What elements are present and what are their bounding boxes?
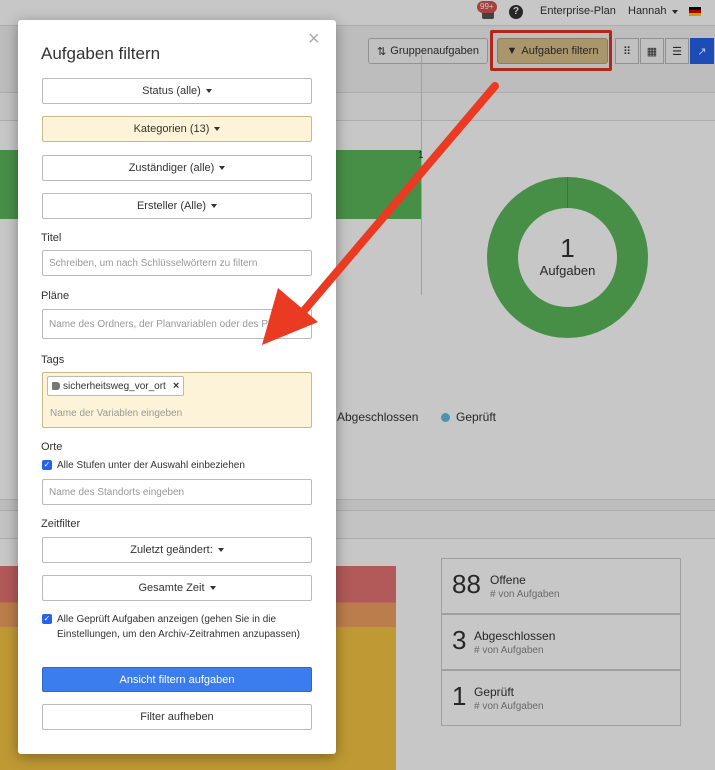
plans-label: Pläne	[41, 290, 70, 302]
creator-dropdown-label: Ersteller (Alle)	[136, 200, 207, 212]
checkbox-checked-icon: ✓	[42, 614, 52, 624]
tag-icon	[52, 382, 60, 390]
assignee-dropdown-label: Zuständiger (alle)	[128, 162, 215, 174]
caret-down-icon	[214, 127, 221, 131]
assignee-dropdown[interactable]: Zuständiger (alle)	[42, 155, 312, 181]
tags-placeholder: Name der Variablen eingeben	[50, 408, 183, 419]
last-changed-dropdown[interactable]: Zuletzt geändert:	[42, 537, 312, 563]
tag-chip: sicherheitsweg_vor_ort ×	[47, 376, 185, 396]
categories-dropdown-label: Kategorien (13)	[133, 123, 210, 135]
title-label: Titel	[41, 232, 62, 244]
apply-filter-button[interactable]: Ansicht filtern aufgaben	[42, 667, 312, 692]
show-reviewed-checkbox[interactable]: ✓ Alle Geprüft Aufgaben anzeigen (gehen …	[42, 612, 312, 642]
status-dropdown-label: Status (alle)	[142, 85, 201, 97]
caret-down-icon	[219, 166, 226, 170]
caret-down-icon	[205, 89, 212, 93]
reset-filter-button[interactable]: Filter aufheben	[42, 704, 312, 730]
locations-label: Orte	[41, 441, 63, 453]
show-reviewed-label: Alle Geprüft Aufgaben anzeigen (gehen Si…	[57, 614, 300, 640]
include-levels-label: Alle Stufen unter der Auswahl einbeziehe…	[57, 460, 245, 471]
total-time-label: Gesamte Zeit	[138, 582, 205, 594]
time-filter-label: Zeitfilter	[41, 518, 81, 530]
status-dropdown[interactable]: Status (alle)	[42, 78, 312, 104]
plans-input[interactable]: Name des Ordners, der Planvariablen oder…	[42, 309, 312, 339]
checkbox-checked-icon: ✓	[42, 460, 52, 470]
tag-chip-label: sicherheitsweg_vor_ort	[63, 380, 166, 392]
include-levels-checkbox[interactable]: ✓ Alle Stufen unter der Auswahl einbezie…	[42, 458, 245, 473]
tags-label: Tags	[41, 354, 65, 366]
caret-down-icon	[217, 548, 224, 552]
filter-tasks-modal: Aufgaben filtern × Status (alle) Kategor…	[18, 20, 336, 754]
categories-dropdown[interactable]: Kategorien (13)	[42, 116, 312, 142]
creator-dropdown[interactable]: Ersteller (Alle)	[42, 193, 312, 219]
modal-title: Aufgaben filtern	[41, 44, 161, 63]
close-icon[interactable]: ×	[308, 29, 320, 49]
title-search-input[interactable]: Schreiben, um nach Schlüsselwörtern zu f…	[42, 250, 312, 276]
tags-input[interactable]: sicherheitsweg_vor_ort × Name der Variab…	[42, 372, 312, 428]
caret-down-icon	[209, 586, 216, 590]
remove-tag-icon[interactable]: ×	[173, 380, 179, 392]
location-input[interactable]: Name des Standorts eingeben	[42, 479, 312, 505]
last-changed-label: Zuletzt geändert:	[130, 544, 213, 556]
caret-down-icon	[211, 204, 218, 208]
total-time-dropdown[interactable]: Gesamte Zeit	[42, 575, 312, 601]
